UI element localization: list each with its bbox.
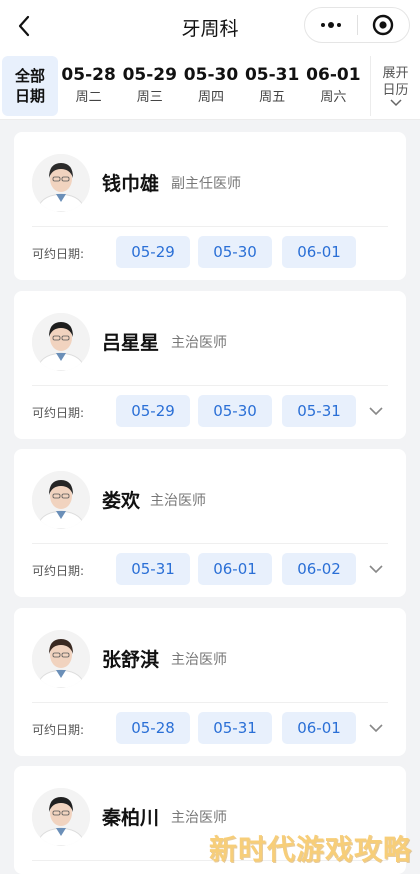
available-date-chip[interactable]: 06-01	[282, 712, 356, 744]
nav-header: 牙周科	[0, 0, 420, 52]
chevron-down-icon[interactable]	[366, 559, 386, 579]
doctor-avatar	[32, 471, 90, 529]
available-date-chip[interactable]: 05-30	[198, 395, 272, 427]
doctor-title: 主治医师	[171, 652, 227, 668]
doctor-name: 娄欢	[102, 490, 141, 512]
doctor-avatar	[32, 788, 90, 846]
all-dates-label-1: 全部	[14, 67, 45, 85]
date-tab-weekday: 周二	[75, 90, 102, 105]
available-date-chip[interactable]: 05-30	[198, 236, 272, 268]
available-date-chip[interactable]: 05-31	[116, 553, 190, 585]
doctor-name: 张舒淇	[102, 649, 160, 671]
date-tab-weekday: 周六	[320, 90, 347, 105]
available-date-chip[interactable]: 06-01	[198, 553, 272, 585]
doctor-title: 主治医师	[171, 335, 227, 351]
date-tab-date: 05-31	[244, 65, 300, 85]
doctor-card[interactable]: 钱巾雄 副主任医师可约日期: 05-29 05-30 06-01	[14, 132, 406, 280]
doctor-card[interactable]: 吕星星 主治医师可约日期: 05-29 05-30 05-31	[14, 291, 406, 439]
date-tabs: 05-28 周二 05-29 周三 05-30 周四 05-31 周五 06-0…	[58, 56, 364, 116]
doctor-avatar	[32, 154, 90, 212]
date-tab-weekday: 周三	[136, 90, 163, 105]
close-button[interactable]	[358, 8, 410, 42]
available-dates-label: 可约日期:	[32, 247, 85, 261]
date-tab-date: 05-30	[183, 65, 239, 85]
doctor-name: 钱巾雄	[102, 173, 160, 195]
date-tab[interactable]: 06-01 周六	[303, 56, 364, 116]
available-dates-label: 可约日期:	[32, 406, 85, 420]
doctor-title: 主治医师	[171, 810, 227, 826]
all-dates-label-2: 日期	[14, 87, 45, 105]
date-tab-weekday: 周五	[259, 90, 286, 105]
date-tab[interactable]: 05-28 周二	[58, 56, 119, 116]
expand-calendar-button[interactable]: 展开 日历	[370, 56, 420, 116]
doctor-avatar	[32, 630, 90, 688]
date-tab-date: 05-28	[61, 65, 116, 85]
target-close-icon	[373, 14, 394, 36]
available-date-chip[interactable]: 05-31	[282, 395, 356, 427]
doctor-name: 吕星星	[102, 332, 160, 354]
expand-label-2: 日历	[382, 83, 409, 98]
available-date-chip[interactable]: 05-29	[116, 236, 190, 268]
chevron-down-icon[interactable]	[366, 401, 386, 421]
all-dates-tab[interactable]: 全部 日期	[2, 56, 58, 116]
date-tab[interactable]: 05-31 周五	[242, 56, 303, 116]
date-tab-weekday: 周四	[197, 90, 224, 105]
doctor-card[interactable]: 娄欢 主治医师可约日期: 05-31 06-01 06-02	[14, 449, 406, 597]
available-date-chip[interactable]: 05-29	[116, 395, 190, 427]
card-divider	[32, 226, 388, 227]
chevron-down-icon	[389, 99, 402, 107]
available-date-chip[interactable]: 06-02	[282, 553, 356, 585]
doctor-title: 副主任医师	[171, 176, 241, 192]
card-divider	[32, 543, 388, 544]
more-dots-icon	[320, 22, 341, 28]
available-date-chip[interactable]: 06-01	[282, 236, 356, 268]
chevron-down-icon[interactable]	[366, 718, 386, 738]
available-dates-label: 可约日期:	[32, 723, 85, 737]
available-date-chip[interactable]: 05-28	[116, 712, 190, 744]
more-button[interactable]	[305, 8, 357, 42]
card-divider	[32, 702, 388, 703]
expand-label-1: 展开	[382, 66, 409, 81]
date-tab-date: 06-01	[306, 65, 361, 85]
doctor-avatar	[32, 313, 90, 371]
watermark-text: 新时代游戏攻略	[208, 833, 412, 866]
doctor-title: 主治医师	[150, 493, 206, 509]
date-tab[interactable]: 05-30 周四	[180, 56, 241, 116]
doctor-card[interactable]: 张舒淇 主治医师可约日期: 05-28 05-31 06-01	[14, 608, 406, 756]
date-tab-date: 05-29	[122, 65, 177, 85]
doctor-name: 秦柏川	[102, 807, 160, 829]
mini-program-capsule	[304, 7, 410, 43]
date-tab[interactable]: 05-29 周三	[119, 56, 180, 116]
card-divider	[32, 385, 388, 386]
available-date-chip[interactable]: 05-31	[198, 712, 272, 744]
available-dates-label: 可约日期:	[32, 564, 85, 578]
date-filter-bar: 全部 日期 05-28 周二 05-29 周三 05-30 周四 05-31 周…	[0, 52, 420, 120]
